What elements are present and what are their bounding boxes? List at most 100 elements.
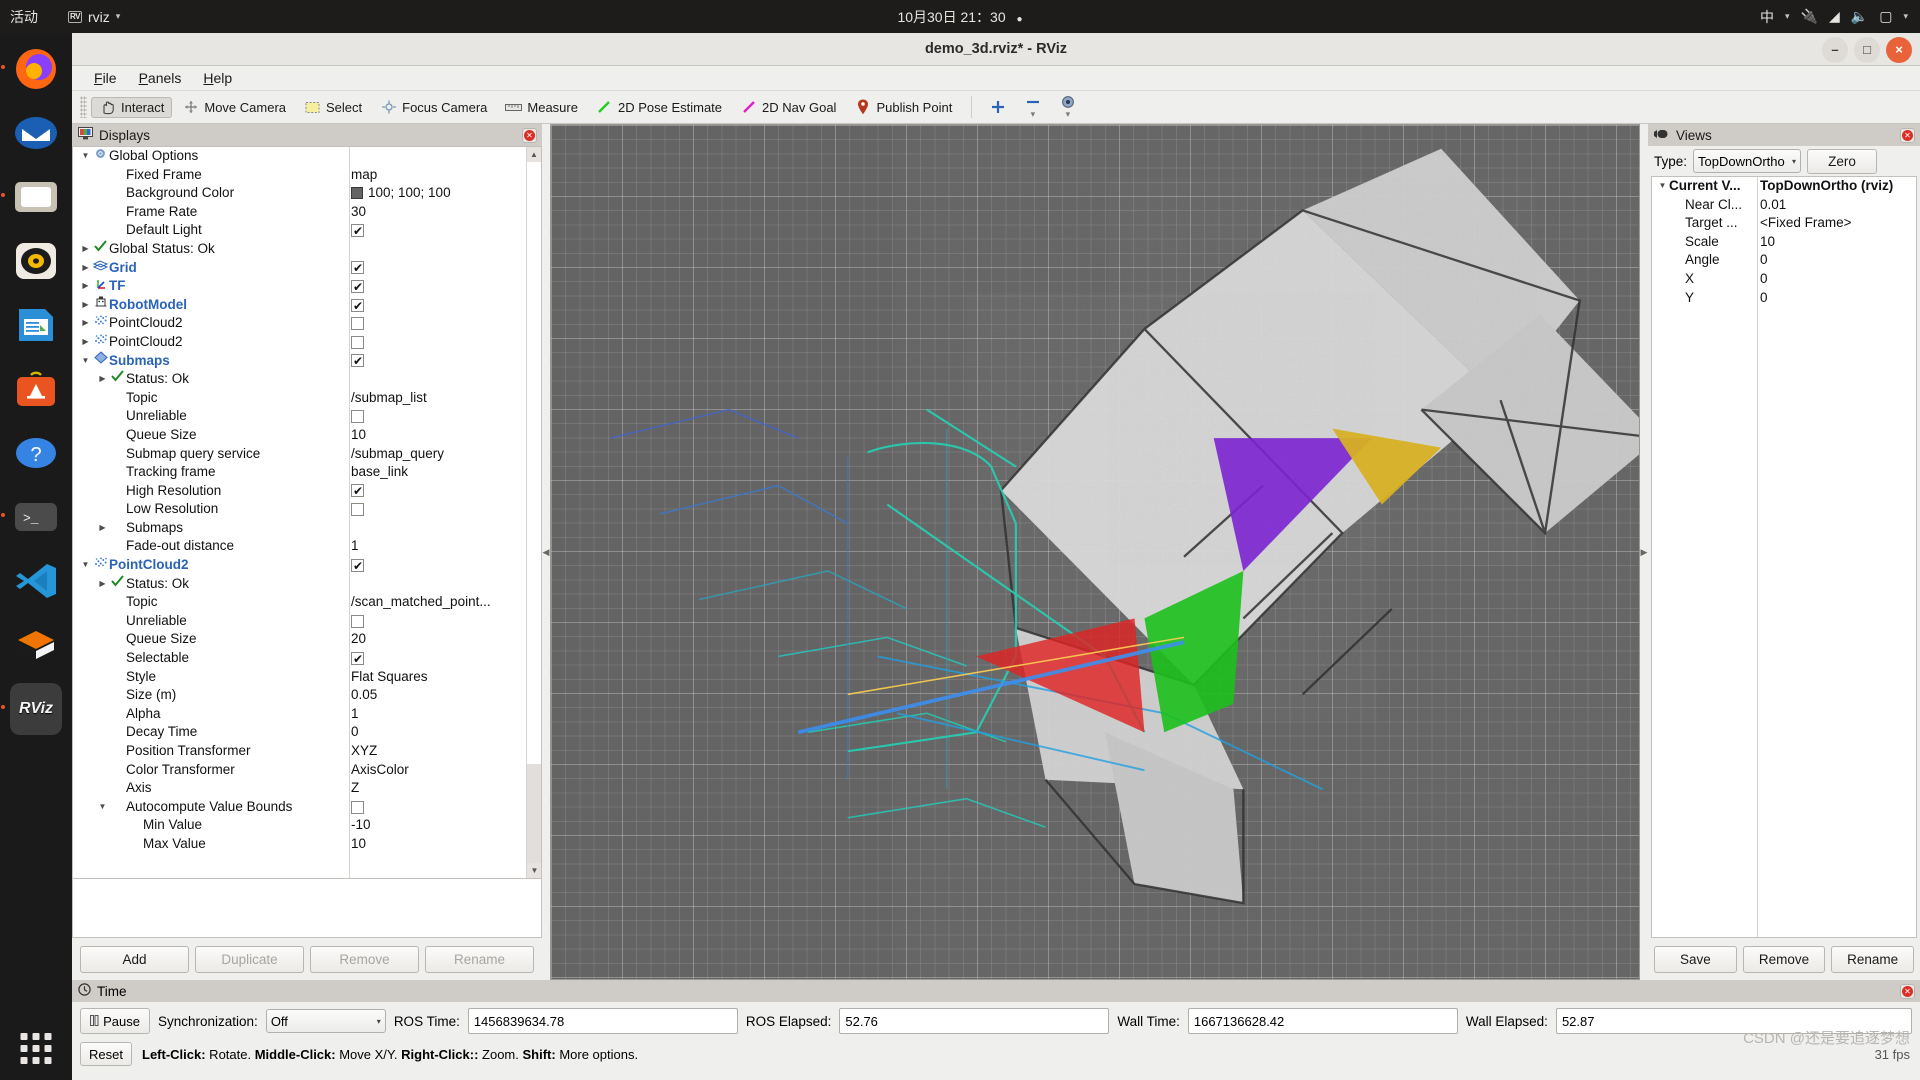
chevron-right-icon[interactable] [96,575,109,594]
displays-tree-row[interactable]: Color Transformer AxisColor [73,761,541,780]
checkbox[interactable] [351,651,364,665]
displays-tree-row[interactable]: Decay Time 0 [73,723,541,742]
displays-tree-row[interactable]: PointCloud2 [73,314,541,333]
checkbox[interactable] [351,410,364,424]
save-view-button[interactable]: Save [1654,945,1737,973]
scroll-thumb[interactable] [527,162,541,764]
add-tool-button[interactable] [981,97,1014,118]
displays-tree-row[interactable]: Topic/scan_matched_point... [73,593,541,612]
checkbox[interactable] [351,261,364,275]
displays-tree-row[interactable]: Autocompute Value Bounds [73,798,541,817]
show-applications-icon[interactable] [20,1033,52,1064]
displays-tree-row[interactable]: Status: Ok [73,575,541,594]
dock-item-files[interactable] [1,171,62,223]
close-displays-panel-button[interactable]: ✕ [522,127,537,143]
views-tree-row[interactable]: Target ... <Fixed Frame> [1652,214,1916,233]
displays-row-value-cell[interactable]: 1 [349,537,541,556]
displays-row-value-cell[interactable] [349,354,541,368]
views-tree-row[interactable]: Current V... TopDownOrtho (rviz) [1652,177,1916,196]
displays-tree-row[interactable]: Submaps [73,351,541,371]
displays-tree-row[interactable]: PointCloud2 [73,333,541,352]
displays-tree-row[interactable]: Queue Size 10 [73,426,541,445]
displays-tree-row[interactable]: Unreliable [73,612,541,631]
remove-display-button[interactable]: Remove [310,945,419,973]
tool-pose-estimate-button[interactable]: 2D Pose Estimate [588,97,730,118]
tool-select-button[interactable]: Select [296,97,370,118]
chevron-down-icon[interactable] [96,798,109,817]
close-time-panel-button[interactable]: ✕ [1900,983,1915,999]
checkbox[interactable] [351,354,364,368]
activities-button[interactable]: 活动 [10,7,38,27]
menu-file[interactable]: File [84,68,127,88]
displays-tree[interactable]: Global Options Fixed Frame map Background C… [72,146,542,879]
displays-row-value-cell[interactable]: XYZ [349,742,541,761]
displays-row-value-cell[interactable] [349,335,541,349]
displays-tree-row[interactable]: High Resolution [73,482,541,501]
checkbox[interactable] [351,558,364,572]
dock-item-help[interactable]: ? [10,427,62,479]
views-row-value[interactable]: 0 [1757,270,1916,289]
displays-tree-row[interactable]: Size (m) 0.05 [73,686,541,705]
pause-button[interactable]: Pause [80,1008,150,1034]
checkbox[interactable] [351,335,364,349]
chevron-right-icon[interactable] [79,314,92,333]
displays-row-value-cell[interactable]: AxisColor [349,761,541,780]
3d-viewport[interactable] [550,124,1640,980]
displays-row-value-cell[interactable] [349,261,541,275]
checkbox[interactable] [351,279,364,293]
displays-tree-row[interactable]: Submap query service/submap_query [73,445,541,464]
dock-item-firefox[interactable] [1,43,62,95]
chevron-right-icon[interactable] [79,259,92,278]
displays-tree-row[interactable]: Fade-out distance 1 [73,537,541,556]
views-row-value[interactable]: 0 [1757,251,1916,270]
scroll-up-button[interactable]: ▲ [527,147,541,162]
displays-tree-row[interactable]: Fixed Frame map [73,166,541,185]
displays-tree-row[interactable]: Status: Ok [73,370,541,389]
displays-tree-row[interactable]: Selectable [73,649,541,668]
views-tree-row[interactable]: Near Cl... 0.01 [1652,196,1916,215]
displays-tree-row[interactable]: RobotModel [73,296,541,315]
rename-view-button[interactable]: Rename [1831,945,1915,973]
dock-item-cloudcompare[interactable] [10,619,62,671]
displays-tree-row[interactable]: Global Options [73,147,541,166]
displays-row-value-cell[interactable]: 1 [349,705,541,724]
checkbox[interactable] [351,800,364,814]
displays-row-value-cell[interactable]: /scan_matched_point... [349,593,541,612]
displays-tree-row[interactable]: Axis Z [73,779,541,798]
displays-row-value-cell[interactable]: base_link [349,463,541,482]
views-row-value[interactable]: 0.01 [1757,196,1916,215]
displays-tree-row[interactable]: Alpha 1 [73,705,541,724]
displays-tree-row[interactable]: TF [73,277,541,296]
chevron-right-icon[interactable] [96,370,109,389]
wall-time-field[interactable]: 1667136628.42 [1187,1008,1458,1034]
chevron-right-icon[interactable] [79,277,92,296]
tool-interact-button[interactable]: Interact [91,96,173,118]
tool-move-camera-button[interactable]: Move Camera [174,97,294,118]
displays-tree-row[interactable]: Grid [73,259,541,278]
tool-properties-button[interactable]: ▾ [1051,91,1084,123]
displays-tree-row[interactable]: Max Value 10 [73,835,541,854]
displays-tree-row[interactable]: Low Resolution [73,500,541,519]
chevron-right-icon[interactable] [79,296,92,315]
displays-row-value-cell[interactable] [349,614,541,628]
rename-display-button[interactable]: Rename [425,945,534,973]
displays-row-value-cell[interactable]: 20 [349,630,541,649]
dock-item-terminal[interactable]: >_ [1,491,62,543]
displays-row-value-cell[interactable] [349,558,541,572]
displays-tree-row[interactable]: Queue Size 20 [73,630,541,649]
displays-tree-row[interactable]: Background Color 100; 100; 100 [73,184,541,203]
views-tree-row[interactable]: Y0 [1652,289,1916,308]
volume-icon[interactable]: 🔈 [1851,8,1868,25]
maximize-button[interactable]: □ [1854,36,1880,63]
checkbox[interactable] [351,298,364,312]
chevron-right-icon[interactable] [79,240,92,259]
dock-item-rviz[interactable]: RViz [1,683,62,735]
displays-tree-row[interactable]: Position Transformer XYZ [73,742,541,761]
displays-row-value-cell[interactable] [349,298,541,312]
menu-help[interactable]: Help [193,68,242,88]
displays-row-value-cell[interactable]: 100; 100; 100 [349,184,541,203]
displays-row-value-cell[interactable]: 10 [349,426,541,445]
dock-item-libreoffice-writer[interactable] [10,299,62,351]
chevron-down-icon[interactable] [79,352,92,371]
dock-item-ubuntu-software[interactable] [10,363,62,415]
